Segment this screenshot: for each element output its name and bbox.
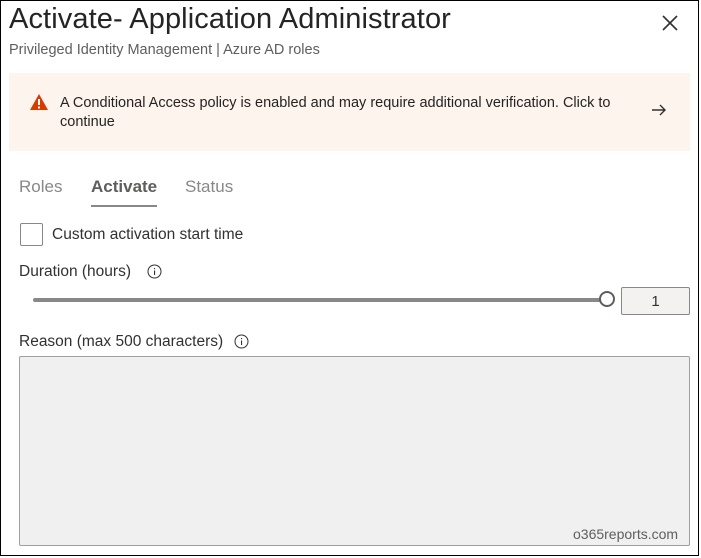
page-title: Activate- Application Administrator bbox=[9, 3, 451, 35]
tab-activate[interactable]: Activate bbox=[91, 177, 158, 207]
close-icon bbox=[662, 15, 678, 31]
arrow-right-icon bbox=[652, 104, 666, 116]
tab-label: Roles bbox=[19, 177, 63, 196]
tab-label: Activate bbox=[91, 177, 158, 196]
duration-value-field[interactable]: 1 bbox=[621, 287, 690, 315]
duration-slider-thumb[interactable] bbox=[599, 291, 615, 307]
banner-message: A Conditional Access policy is enabled a… bbox=[60, 95, 611, 130]
tab-status[interactable]: Status bbox=[185, 177, 233, 197]
close-button[interactable] bbox=[656, 9, 684, 37]
reason-label: Reason (max 500 characters) bbox=[19, 333, 224, 350]
duration-slider[interactable] bbox=[33, 298, 607, 302]
tab-roles[interactable]: Roles bbox=[19, 177, 62, 197]
custom-start-label: Custom activation start time bbox=[52, 226, 244, 243]
warning-icon bbox=[30, 94, 48, 110]
custom-start-checkbox[interactable] bbox=[20, 223, 43, 246]
tab-label: Status bbox=[185, 177, 234, 196]
watermark: o365reports.com bbox=[573, 526, 679, 542]
info-icon[interactable] bbox=[234, 334, 249, 349]
conditional-access-banner[interactable]: A Conditional Access policy is enabled a… bbox=[9, 73, 690, 151]
activate-role-panel: Activate- Application Administrator Priv… bbox=[0, 0, 699, 556]
reason-textarea[interactable] bbox=[19, 356, 690, 546]
duration-label: Duration (hours) bbox=[19, 263, 131, 280]
active-tab-indicator bbox=[91, 205, 158, 207]
info-icon[interactable] bbox=[147, 264, 162, 279]
page-subtitle: Privileged Identity Management | Azure A… bbox=[9, 42, 320, 58]
